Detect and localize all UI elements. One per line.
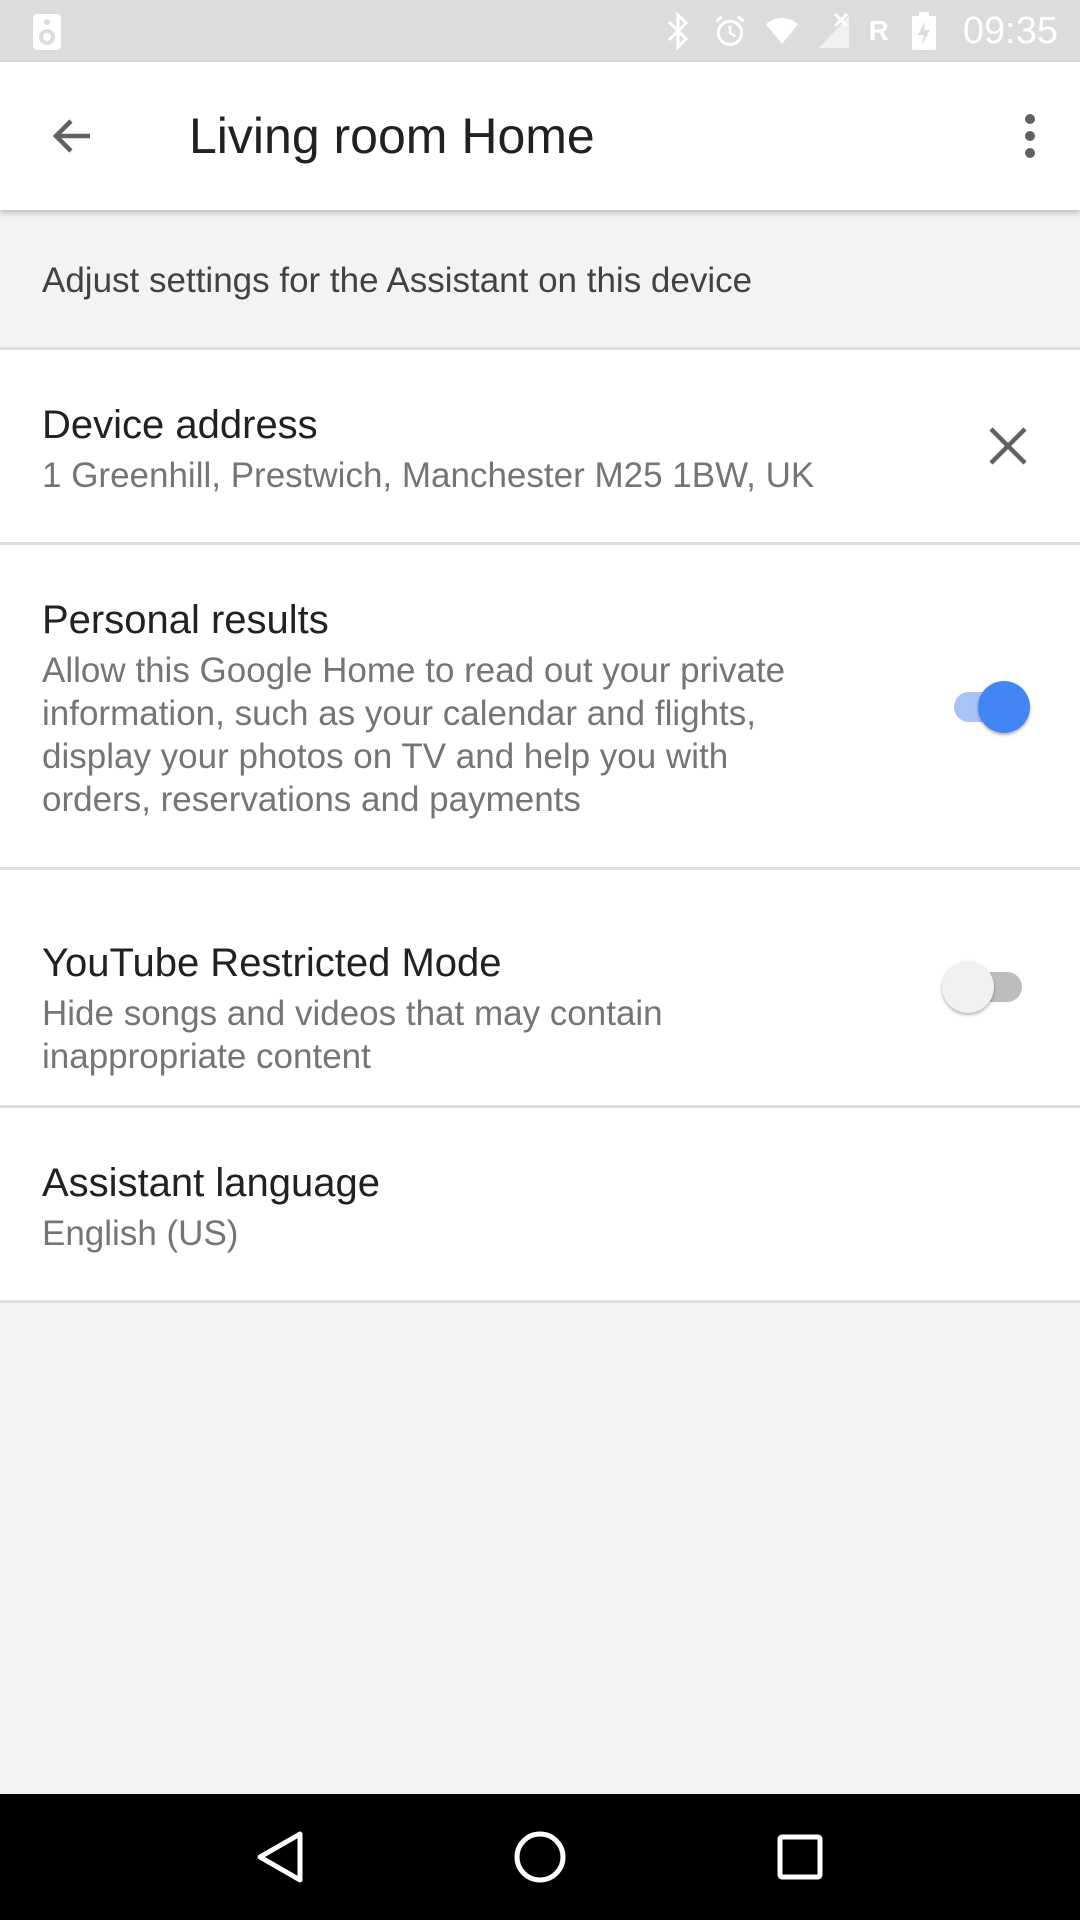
roaming-indicator: R [868, 15, 889, 46]
status-icons: R 09:35 [661, 0, 1058, 62]
nav-back-icon [257, 1831, 303, 1883]
battery-icon [907, 11, 941, 51]
personal-results-item[interactable]: Personal results Allow this Google Home … [0, 545, 1080, 870]
intro-text: Adjust settings for the Assistant on thi… [42, 261, 753, 300]
settings-list: Device address 1 Greenhill, Prestwich, M… [0, 350, 1080, 1303]
assistant-language-item[interactable]: Assistant language English (US) [0, 1108, 1080, 1303]
back-button[interactable] [42, 106, 102, 166]
intro-section: Adjust settings for the Assistant on thi… [0, 210, 1080, 350]
assistant-language-value: English (US) [42, 1214, 239, 1253]
app-bar: Living room Home [0, 62, 1080, 210]
assistant-language-title: Assistant language [42, 1161, 381, 1205]
nav-recents-icon [777, 1834, 823, 1880]
wifi-icon [765, 11, 799, 51]
youtube-restricted-title: YouTube Restricted Mode [42, 941, 502, 985]
clear-address-button[interactable] [980, 418, 1036, 474]
device-address-item[interactable]: Device address 1 Greenhill, Prestwich, M… [0, 350, 1080, 545]
nav-recents-button[interactable] [755, 1812, 845, 1902]
arrow-back-icon [52, 119, 90, 153]
more-options-button[interactable] [1008, 106, 1052, 166]
personal-results-toggle[interactable] [942, 677, 1030, 737]
nav-home-icon [514, 1831, 566, 1883]
close-icon [989, 427, 1027, 465]
youtube-restricted-toggle[interactable] [942, 957, 1030, 1017]
signal-icon [817, 11, 851, 51]
status-time: 09:35 [962, 9, 1058, 52]
toggle-thumb [942, 961, 994, 1013]
device-address-value: 1 Greenhill, Prestwich, Manchester M25 1… [42, 456, 815, 495]
youtube-restricted-description: Hide songs and videos that may contain i… [42, 994, 663, 1076]
notification-speaker-icon [30, 12, 64, 52]
more-vert-icon [1025, 114, 1035, 158]
system-nav-bar [0, 1794, 1080, 1920]
nav-back-button[interactable] [235, 1812, 325, 1902]
toggle-thumb [978, 681, 1030, 733]
device-address-title: Device address [42, 403, 318, 447]
status-bar: R 09:35 [0, 0, 1080, 62]
personal-results-title: Personal results [42, 598, 329, 642]
bluetooth-icon [661, 11, 695, 51]
alarm-icon [713, 11, 747, 51]
youtube-restricted-item[interactable]: YouTube Restricted Mode Hide songs and v… [0, 870, 1080, 1108]
nav-home-button[interactable] [495, 1812, 585, 1902]
page-title: Living room Home [189, 108, 595, 164]
personal-results-description: Allow this Google Home to read out your … [42, 651, 786, 819]
